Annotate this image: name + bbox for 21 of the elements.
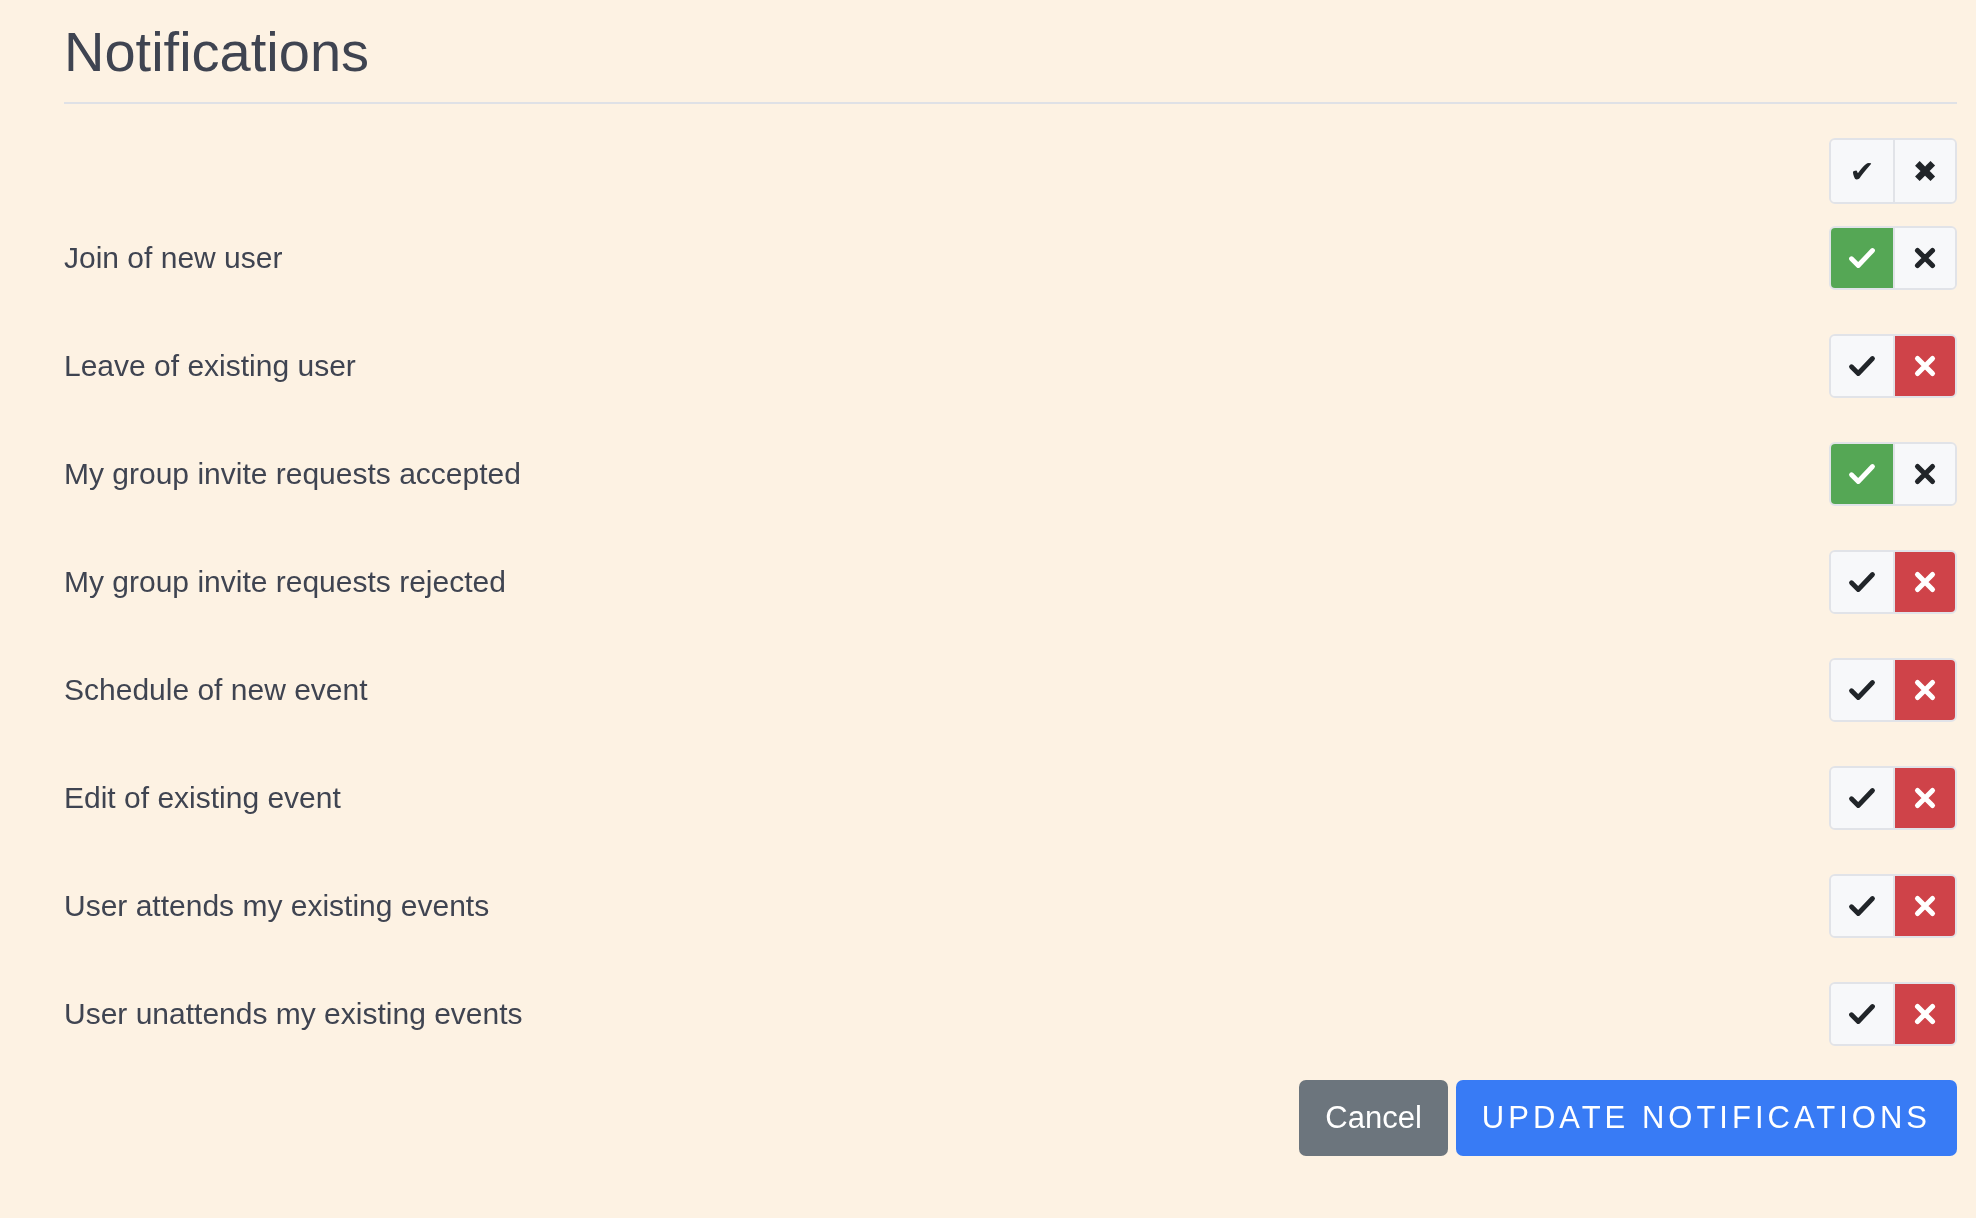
setting-label: User attends my existing events [64,889,490,923]
page-title: Notifications [64,14,1957,104]
cancel-button[interactable]: Cancel [1299,1080,1448,1156]
setting-label: Join of new user [64,241,283,275]
disable-button[interactable] [1893,228,1955,288]
enable-all-button[interactable]: ✔ [1831,140,1893,202]
enable-button[interactable] [1831,660,1893,720]
update-button[interactable]: UPDATE NOTIFICATIONS [1455,1080,1957,1156]
enable-button[interactable] [1831,984,1893,1044]
setting-label: My group invite requests rejected [64,565,506,599]
setting-label: Schedule of new event [64,673,368,707]
setting-label: My group invite requests accepted [64,457,521,491]
disable-all-button[interactable]: ✖ [1893,140,1955,202]
setting-label: Leave of existing user [64,349,356,383]
enable-button[interactable] [1831,876,1893,936]
enable-button[interactable] [1831,768,1893,828]
disable-button[interactable] [1893,444,1955,504]
setting-label: User unattends my existing events [64,997,523,1031]
enable-button[interactable] [1831,552,1893,612]
setting-label: Edit of existing event [64,781,341,815]
enable-button[interactable] [1831,336,1893,396]
